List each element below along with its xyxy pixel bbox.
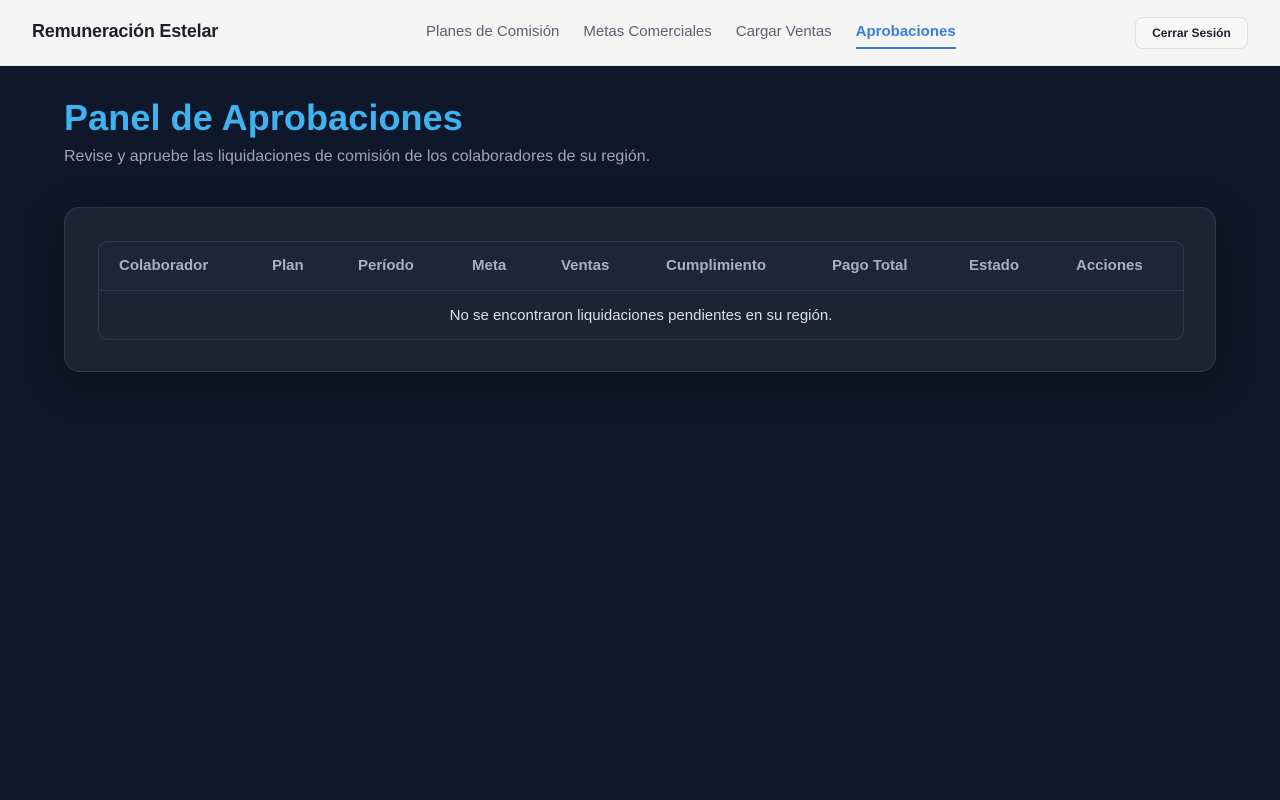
column-header-colaborador[interactable]: Colaborador bbox=[99, 242, 252, 291]
column-header-ventas[interactable]: Ventas bbox=[541, 242, 646, 291]
approvals-table: Colaborador Plan Período Meta Ventas Cum… bbox=[99, 242, 1183, 339]
table-header-row: Colaborador Plan Período Meta Ventas Cum… bbox=[99, 242, 1183, 291]
column-header-meta[interactable]: Meta bbox=[452, 242, 541, 291]
column-header-cumplimiento[interactable]: Cumplimiento bbox=[646, 242, 812, 291]
approvals-card: Colaborador Plan Período Meta Ventas Cum… bbox=[64, 207, 1216, 372]
approvals-table-container: Colaborador Plan Período Meta Ventas Cum… bbox=[98, 241, 1184, 340]
table-header: Colaborador Plan Período Meta Ventas Cum… bbox=[99, 242, 1183, 291]
app-brand[interactable]: Remuneración Estelar bbox=[32, 21, 218, 42]
column-header-acciones: Acciones bbox=[1056, 242, 1183, 291]
column-header-estado[interactable]: Estado bbox=[949, 242, 1056, 291]
empty-state-row: No se encontraron liquidaciones pendient… bbox=[99, 290, 1183, 339]
nav-item-metas-comerciales[interactable]: Metas Comerciales bbox=[583, 0, 711, 49]
column-header-pago-total[interactable]: Pago Total bbox=[812, 242, 949, 291]
page-subtitle: Revise y apruebe las liquidaciones de co… bbox=[64, 148, 651, 165]
nav-item-aprobaciones[interactable]: Aprobaciones bbox=[855, 0, 956, 49]
top-navbar: Remuneración Estelar Planes de Comisión … bbox=[0, 0, 1280, 66]
table-body: No se encontraron liquidaciones pendient… bbox=[99, 290, 1183, 339]
logout-button[interactable]: Cerrar Sesión bbox=[1135, 17, 1248, 49]
empty-state-message: No se encontraron liquidaciones pendient… bbox=[449, 307, 833, 324]
column-header-plan[interactable]: Plan bbox=[252, 242, 338, 291]
page-title: Panel de Aprobaciones bbox=[64, 97, 463, 138]
nav-item-planes-de-comision[interactable]: Planes de Comisión bbox=[426, 0, 559, 49]
nav-item-cargar-ventas[interactable]: Cargar Ventas bbox=[736, 0, 832, 49]
column-header-periodo[interactable]: Período bbox=[338, 242, 452, 291]
main-nav: Planes de Comisión Metas Comerciales Car… bbox=[426, 0, 980, 66]
